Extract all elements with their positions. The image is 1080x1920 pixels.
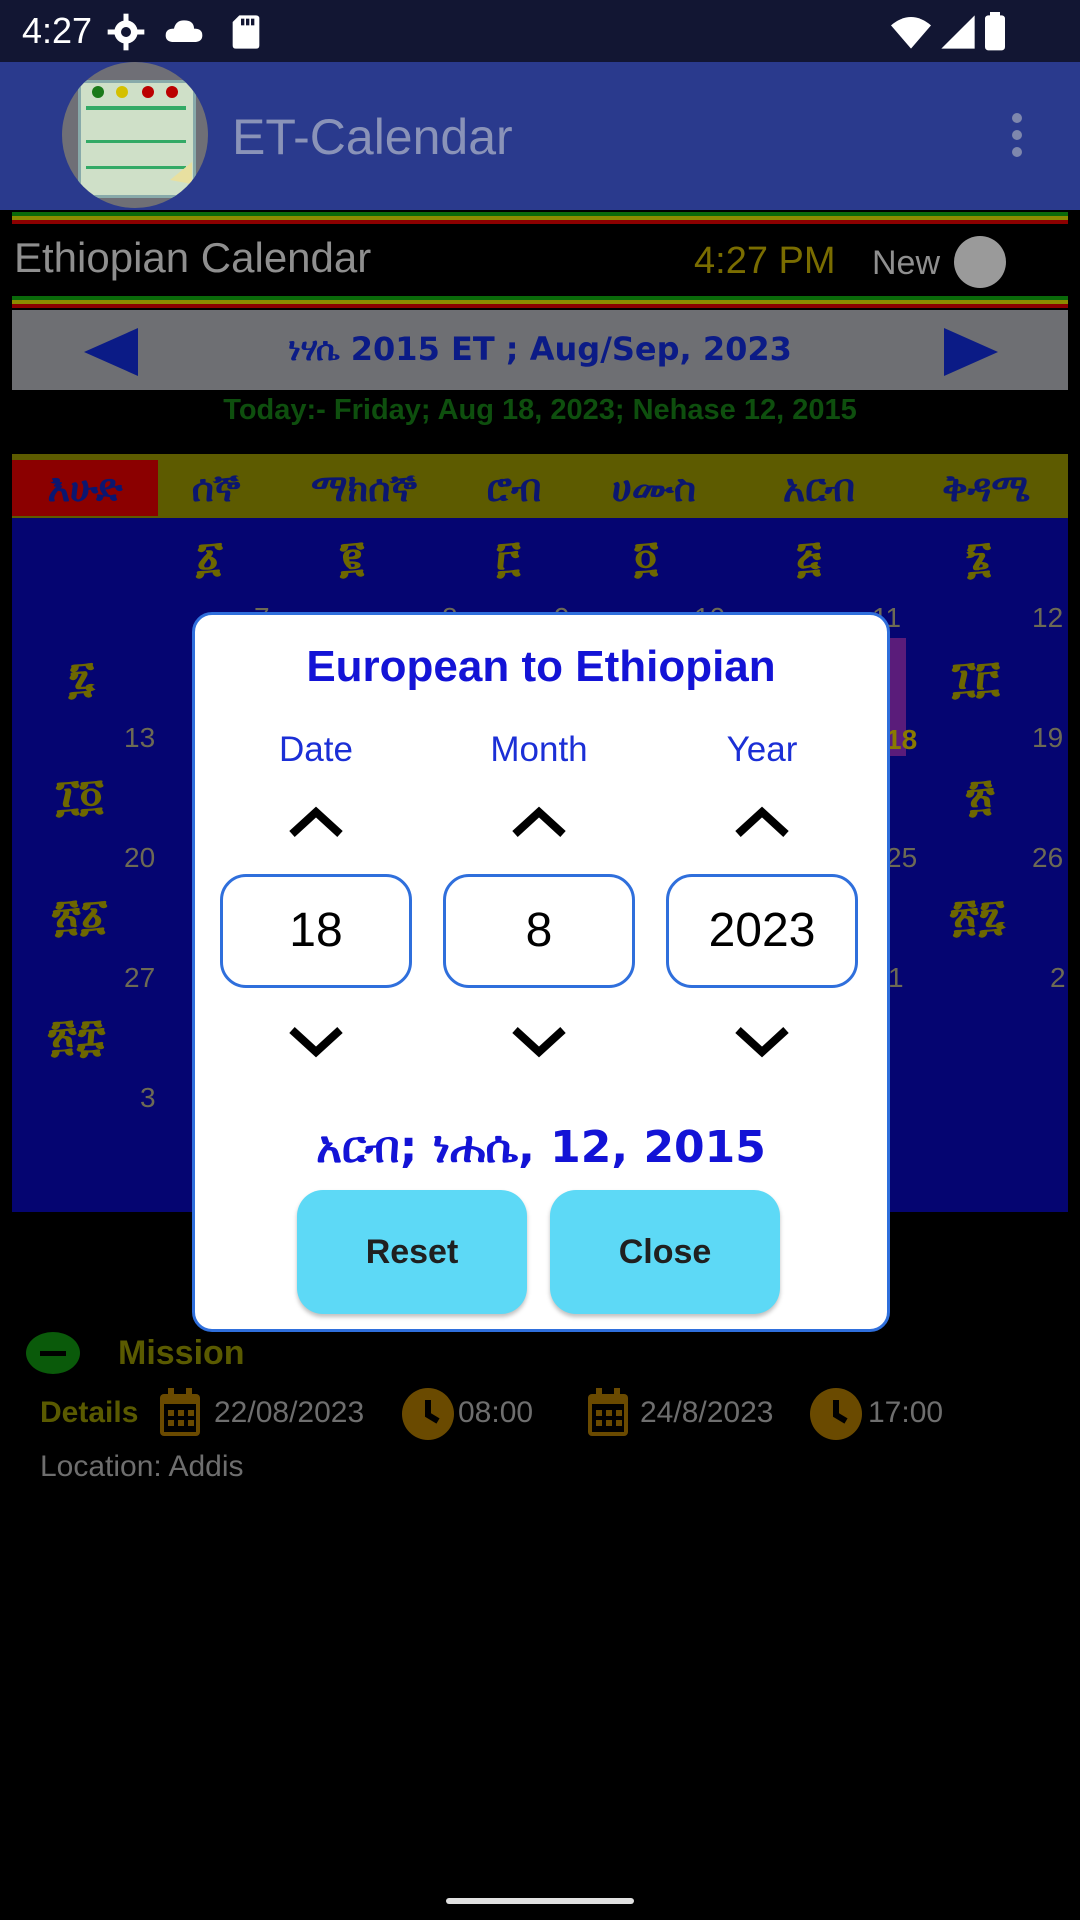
calendar-day[interactable]: ፯: [68, 652, 95, 703]
weekday-sunday: እሁድ: [12, 460, 158, 516]
calendar-day[interactable]: ፭: [796, 532, 821, 583]
weekday-monday: ሰኞ: [191, 466, 241, 510]
settings-icon: [107, 13, 145, 51]
gregorian-day: 20: [124, 842, 156, 873]
calendar-icon: [588, 1388, 628, 1436]
event-end-time: 17:00: [868, 1396, 944, 1429]
calendar-day[interactable]: ፲፫: [952, 652, 1000, 703]
date-increment-chevron-up-icon[interactable]: [286, 802, 346, 842]
weekday-tuesday: ማክሰኞ: [311, 466, 417, 510]
year-increment-chevron-up-icon[interactable]: [732, 802, 792, 842]
gregorian-day: 25: [886, 842, 918, 873]
clock-display: 4:27 PM: [694, 240, 836, 282]
date-label: Date: [279, 730, 353, 769]
new-toggle[interactable]: [954, 236, 1006, 288]
page-title: Ethiopian Calendar: [14, 234, 372, 281]
date-field[interactable]: 18: [220, 874, 412, 988]
calendar-day[interactable]: ፮: [966, 532, 992, 583]
month-field[interactable]: 8: [443, 874, 635, 988]
gregorian-day: 3: [140, 1082, 156, 1113]
weekday-saturday: ቅዳሜ: [942, 466, 1030, 510]
app-logo: [62, 62, 208, 208]
calendar-day[interactable]: ፩: [196, 532, 223, 583]
new-toggle-label: New: [872, 244, 941, 282]
conversion-result: አርብ; ነሐሴ, 12, 2015: [316, 1122, 766, 1173]
dialog-title: European to Ethiopian: [306, 642, 776, 691]
collapse-event-icon[interactable]: [26, 1332, 80, 1374]
month-label-col: Month: [490, 730, 588, 769]
today-label: Today:- Friday; Aug 18, 2023; Nehase 12,…: [223, 394, 857, 426]
battery-icon: [985, 12, 1005, 51]
signal-icon: [941, 15, 975, 49]
gregorian-day: 19: [1032, 722, 1064, 753]
event-details-label: Details: [40, 1396, 139, 1429]
year-decrement-chevron-down-icon[interactable]: [732, 1022, 792, 1062]
calendar-icon: [160, 1388, 200, 1436]
calendar-day[interactable]: ፬: [634, 532, 658, 583]
event-end-date: 24/8/2023: [640, 1396, 774, 1429]
month-increment-chevron-up-icon[interactable]: [509, 802, 569, 842]
gregorian-day: 26: [1032, 842, 1064, 873]
calendar-day[interactable]: ፳፩: [52, 890, 108, 941]
cloud-icon: [165, 20, 203, 42]
calendar-day[interactable]: ፳: [966, 770, 994, 821]
status-bar: 4:27: [0, 0, 1080, 62]
calendar-day[interactable]: ፳፰: [48, 1010, 105, 1061]
event-location: Location: Addis: [40, 1450, 244, 1483]
date-decrement-chevron-down-icon[interactable]: [286, 1022, 346, 1062]
app-title: ET-Calendar: [232, 109, 513, 165]
calendar-day[interactable]: ፪: [340, 532, 364, 583]
sd-card-icon: [232, 15, 260, 49]
gregorian-day: 27: [124, 962, 156, 993]
reset-button[interactable]: Reset: [297, 1190, 527, 1314]
event-start-time: 08:00: [458, 1396, 534, 1429]
close-button[interactable]: Close: [550, 1190, 780, 1314]
gregorian-day: 12: [1032, 602, 1064, 633]
clock-icon: [810, 1388, 862, 1440]
month-label: ነሃሴ 2015 ET ; Aug/Sep, 2023: [288, 330, 792, 368]
gregorian-day-today: 18: [886, 724, 918, 755]
weekday-thursday: ሀሙስ: [611, 466, 697, 510]
gregorian-day: 1: [888, 962, 904, 993]
wifi-icon: [891, 17, 931, 49]
more-options-icon[interactable]: [1010, 112, 1024, 158]
gregorian-day: 13: [124, 722, 156, 753]
event-start-date: 22/08/2023: [214, 1396, 365, 1429]
weekday-wednesday: ሮብ: [486, 466, 542, 510]
calendar-logo-icon: [86, 86, 192, 184]
year-label: Year: [726, 730, 798, 769]
calendar-day[interactable]: ፲፬: [56, 770, 104, 821]
month-decrement-chevron-down-icon[interactable]: [509, 1022, 569, 1062]
calendar-day[interactable]: ፫: [496, 532, 520, 583]
event-title: Mission: [118, 1334, 245, 1372]
calendar-day[interactable]: ፳፯: [950, 890, 1005, 941]
weekday-friday: አርብ: [782, 466, 856, 510]
year-field[interactable]: 2023: [666, 874, 858, 988]
home-indicator[interactable]: [446, 1898, 634, 1904]
gregorian-day: 2: [1050, 962, 1066, 993]
clock-icon: [402, 1388, 454, 1440]
status-time: 4:27: [22, 10, 93, 51]
